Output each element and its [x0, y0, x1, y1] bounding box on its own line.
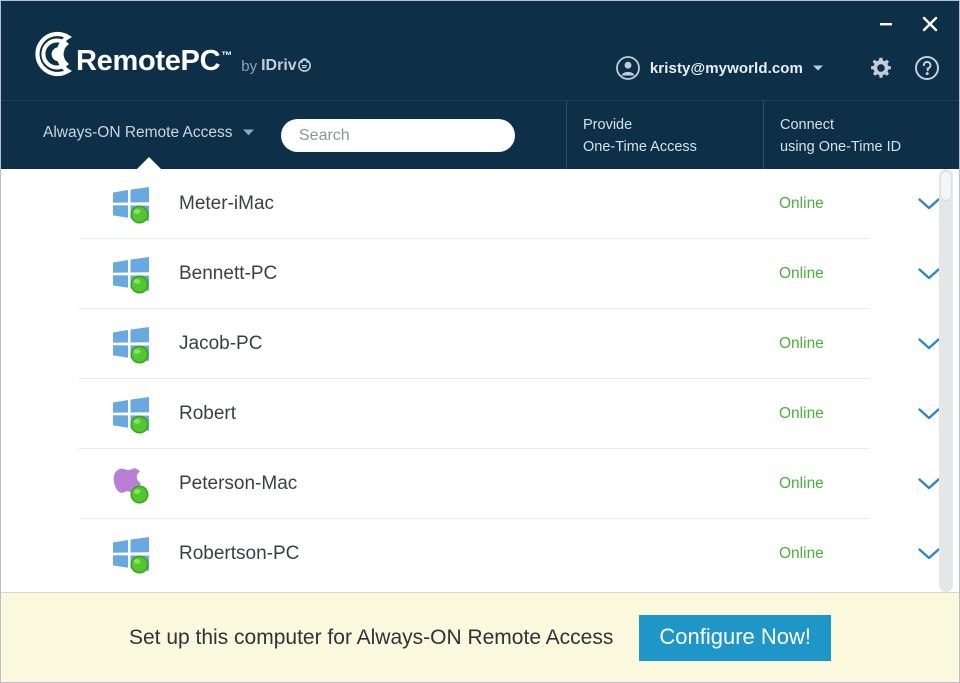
always-on-label: Always-ON Remote Access — [43, 125, 233, 141]
brand-by-label: by — [241, 59, 257, 74]
configure-now-button[interactable]: Configure Now! — [639, 615, 831, 661]
scrollbar-thumb[interactable] — [940, 171, 952, 201]
computer-status: Online — [779, 195, 899, 213]
close-button[interactable] — [917, 11, 943, 37]
list-scrollbar[interactable] — [939, 169, 953, 592]
tab-provide-line2: One-Time Access — [583, 136, 697, 158]
brand-parent-name: IDriv — [261, 57, 312, 74]
brand-trademark: ™ — [221, 51, 232, 62]
brand-name: RemotePC — [76, 47, 220, 76]
computer-row[interactable]: Robert Online — [1, 379, 959, 449]
computer-name: Bennett-PC — [179, 263, 779, 285]
computer-name: Meter-iMac — [179, 193, 779, 215]
windows-os-icon — [111, 536, 151, 572]
idrive-lock-icon — [297, 57, 312, 72]
computer-status: Online — [779, 405, 899, 423]
computer-list-panel: Meter-iMac Online Bennett-PC Online — [1, 169, 959, 592]
search-box[interactable] — [281, 119, 515, 152]
account-email: kristy@myworld.com — [650, 60, 803, 77]
chevron-down-icon — [242, 128, 255, 137]
computer-status: Online — [779, 335, 899, 353]
row-separator — [79, 588, 869, 589]
computer-row[interactable]: Jacob-PC Online — [1, 309, 959, 379]
brand-logo-area: RemotePC ™ by IDriv — [28, 17, 312, 81]
brand-wordmark: RemotePC ™ by IDriv — [76, 47, 312, 76]
avatar-icon — [616, 56, 640, 80]
search-input[interactable] — [281, 119, 515, 152]
chevron-down-icon — [917, 267, 941, 281]
chevron-down-icon — [917, 547, 941, 561]
close-icon — [921, 15, 939, 33]
computer-list: Meter-iMac Online Bennett-PC Online — [1, 169, 959, 589]
windows-os-icon — [111, 256, 151, 292]
chevron-down-icon — [917, 407, 941, 421]
computer-name: Robertson-PC — [179, 543, 779, 565]
chevron-down-icon — [917, 197, 941, 211]
windows-os-icon — [111, 186, 151, 222]
tab-provide-one-time-access[interactable]: Provide One-Time Access — [583, 114, 697, 159]
computer-name: Robert — [179, 403, 779, 425]
computer-name: Jacob-PC — [179, 333, 779, 355]
tab-connect-line1: Connect — [780, 114, 901, 136]
setup-banner-text: Set up this computer for Always-ON Remot… — [129, 626, 613, 650]
computer-status: Online — [779, 475, 899, 493]
tab-connect-line2: using One-Time ID — [780, 136, 901, 158]
computer-status: Online — [779, 545, 899, 563]
tab-divider-1 — [566, 101, 567, 169]
computer-row[interactable]: Bennett-PC Online — [1, 239, 959, 309]
help-icon[interactable] — [915, 56, 939, 80]
setup-banner: Set up this computer for Always-ON Remot… — [1, 592, 959, 682]
remotepc-logo-icon — [28, 31, 74, 77]
chevron-down-icon — [812, 64, 824, 72]
tab-provide-line1: Provide — [583, 114, 697, 136]
tab-connect-using-one-time-id[interactable]: Connect using One-Time ID — [780, 114, 901, 159]
computer-row[interactable]: Robertson-PC Online — [1, 519, 959, 589]
always-on-dropdown[interactable]: Always-ON Remote Access — [43, 125, 255, 141]
account-menu[interactable]: kristy@myworld.com — [616, 53, 824, 83]
window-controls — [873, 11, 943, 37]
computer-status: Online — [779, 265, 899, 283]
tab-divider-2 — [763, 101, 764, 169]
windows-os-icon — [111, 326, 151, 362]
remotepc-window: RemotePC ™ by IDriv — [0, 0, 960, 683]
gear-icon[interactable] — [869, 56, 893, 80]
computer-row[interactable]: Peterson-Mac Online — [1, 449, 959, 519]
computer-row[interactable]: Meter-iMac Online — [1, 169, 959, 239]
header-actions — [869, 53, 939, 83]
chevron-down-icon — [917, 477, 941, 491]
title-bar: RemotePC ™ by IDriv — [1, 1, 959, 100]
minimize-button[interactable] — [873, 11, 899, 37]
windows-os-icon — [111, 396, 151, 432]
apple-os-icon — [111, 466, 151, 502]
computer-name: Peterson-Mac — [179, 473, 779, 495]
chevron-down-icon — [917, 337, 941, 351]
minimize-icon — [878, 16, 894, 32]
